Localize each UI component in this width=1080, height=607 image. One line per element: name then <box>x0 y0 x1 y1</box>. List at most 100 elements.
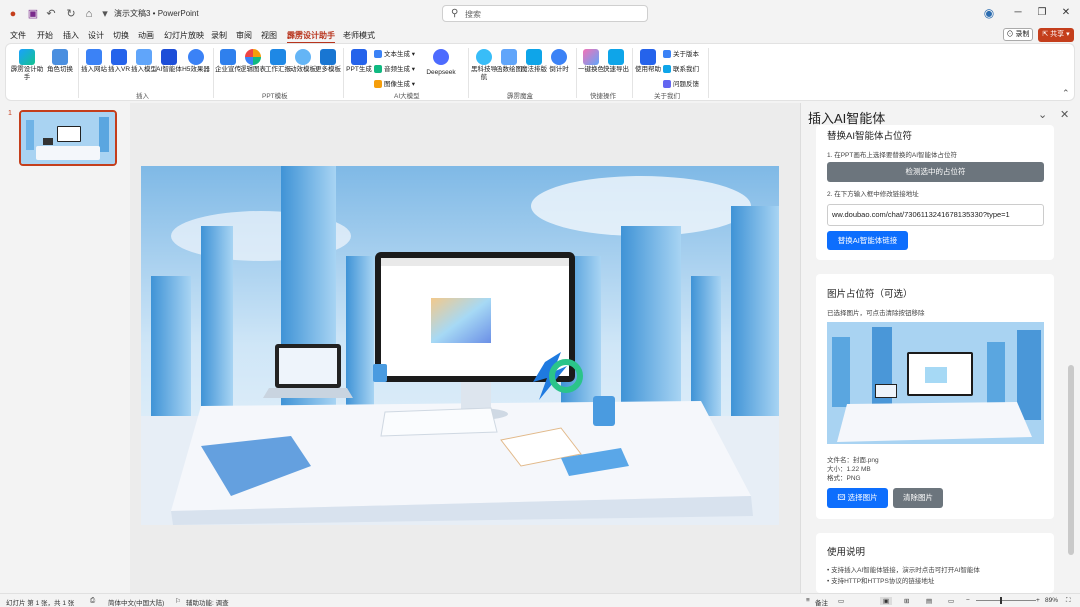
zoom-slider-thumb[interactable] <box>1000 597 1002 604</box>
reading-view-icon[interactable]: ▤ <box>926 597 932 605</box>
logic-chart-button[interactable]: 逻辑图表 <box>240 49 266 74</box>
slide-illustration <box>141 166 779 525</box>
tab-review[interactable]: 审阅 <box>236 30 252 41</box>
zoom-in-icon[interactable]: + <box>1036 597 1040 604</box>
usage-title: 使用说明 <box>827 547 866 558</box>
tech-nav-button[interactable]: 黑科技导航 <box>471 49 497 82</box>
share-button[interactable]: ⇱ 共享 ▾ <box>1038 28 1074 42</box>
pane-close-icon[interactable]: ✕ <box>1060 108 1069 121</box>
motion-icon <box>295 49 311 65</box>
work-report-button[interactable]: 工作汇报 <box>265 49 291 74</box>
account-avatar-icon[interactable]: ◉ <box>982 6 996 20</box>
lightning-icon <box>19 49 35 65</box>
accessibility-status[interactable]: 辅助功能: 调查 <box>186 597 229 607</box>
slide-thumbnail[interactable] <box>19 110 117 166</box>
deepseek-button[interactable]: Deepseek <box>424 49 458 77</box>
redo-icon[interactable]: ↻ <box>64 7 78 21</box>
comments-icon[interactable]: ▭ <box>838 597 844 605</box>
slideshow-icon[interactable]: ▭ <box>948 597 954 605</box>
tab-record[interactable]: 录制 <box>211 30 227 41</box>
group-divider <box>343 48 344 98</box>
pane-scrollbar[interactable] <box>1068 365 1074 555</box>
record-button[interactable]: ⊙ 录制 <box>1003 28 1033 41</box>
group-divider <box>708 48 709 98</box>
image-section-title: 图片占位符（可选） <box>827 289 913 300</box>
quick-export-button[interactable]: 快速导出 <box>603 49 629 74</box>
replace-placeholder-card: 替换AI智能体占位符 1. 在PPT画布上选择要替换的AI智能体占位符 检测选中… <box>816 125 1054 260</box>
image-preview <box>827 322 1044 444</box>
tab-animations[interactable]: 动画 <box>138 30 154 41</box>
image-generate-button[interactable]: 图像生成 ▾ <box>374 78 415 89</box>
language-status[interactable]: 简体中文(中国大陆) <box>108 597 164 607</box>
thumbnail-image <box>21 112 115 164</box>
powerpoint-logo-icon: ● <box>9 8 17 20</box>
pane-options-icon[interactable]: ⌄ <box>1038 108 1047 121</box>
search-input[interactable]: ⚲ 搜索 <box>442 5 648 22</box>
slide-sorter-icon[interactable]: ⊞ <box>904 597 909 605</box>
clear-image-button[interactable]: 清除图片 <box>893 488 943 508</box>
undo-icon[interactable]: ↶ <box>44 7 58 21</box>
tab-file[interactable]: 文件 <box>10 30 26 41</box>
tab-teacher-mode[interactable]: 老师模式 <box>343 30 375 41</box>
color-change-button[interactable]: 一键换色 <box>578 49 604 74</box>
ai-agent-button[interactable]: AI智能体 <box>156 49 182 74</box>
about-version-button[interactable]: 关于版本 <box>663 48 699 59</box>
restore-icon[interactable]: ❐ <box>1034 6 1050 20</box>
tab-view[interactable]: 视图 <box>261 30 277 41</box>
motion-template-button[interactable]: 动效模板 <box>290 49 316 74</box>
zoom-slider[interactable] <box>976 597 1036 604</box>
audio-generate-button[interactable]: 音频生成 ▾ <box>374 63 415 74</box>
replace-link-button[interactable]: 替换AI智能体链接 <box>827 231 908 250</box>
spellcheck-icon[interactable]: ⎙ <box>90 597 95 605</box>
select-image-button[interactable]: 🖾 选择图片 <box>827 488 888 508</box>
detect-placeholder-button[interactable]: 检测选中的占位符 <box>827 162 1044 182</box>
normal-view-icon[interactable]: ▣ <box>880 597 893 605</box>
ppt-generate-button[interactable]: PPT生成 <box>346 49 372 74</box>
slide-thumbnail-panel <box>0 103 130 593</box>
close-icon[interactable]: ✕ <box>1058 6 1074 20</box>
tab-transitions[interactable]: 切换 <box>113 30 129 41</box>
insert-model-button[interactable]: 插入模型 <box>131 49 157 74</box>
slide-number: 1 <box>8 110 12 117</box>
collapse-ribbon-icon[interactable]: ⌃ <box>1062 88 1070 99</box>
magic-layout-button[interactable]: 魔法排版 <box>521 49 547 74</box>
h5-effect-button[interactable]: H5效果器 <box>181 49 211 74</box>
contact-us-button[interactable]: 联系我们 <box>663 63 699 74</box>
group-divider <box>468 48 469 98</box>
group-label-insert: 插入 <box>136 93 149 100</box>
present-icon[interactable]: ⌂ <box>82 7 96 21</box>
save-icon[interactable]: ▣ <box>26 7 40 21</box>
ppt-generate-icon <box>351 49 367 65</box>
model-icon <box>136 49 152 65</box>
countdown-button[interactable]: 倒计时 <box>546 49 572 74</box>
corporate-icon <box>220 49 236 65</box>
insert-vr-button[interactable]: 插入VR <box>106 49 132 74</box>
agent-url-field[interactable]: ww.doubao.com/chat/7306113241678135330?t… <box>827 204 1044 226</box>
document-title: 演示文稿3 • PowerPoint <box>114 9 199 18</box>
feedback-button[interactable]: 问题反馈 <box>663 78 699 89</box>
tab-slideshow[interactable]: 幻灯片放映 <box>164 30 204 41</box>
zoom-out-icon[interactable]: − <box>966 597 970 604</box>
pili-assistant-button[interactable]: 霹雳设计助手 <box>10 49 44 82</box>
role-switch-button[interactable]: 角色切换 <box>47 49 73 74</box>
export-icon <box>608 49 624 65</box>
more-templates-button[interactable]: 更多模板 <box>315 49 341 74</box>
help-button[interactable]: 使用帮助 <box>635 49 661 74</box>
deepseek-icon <box>433 49 449 65</box>
tab-home[interactable]: 开始 <box>37 30 53 41</box>
group-label-magic-box: 霹雳魔盒 <box>507 93 533 100</box>
corporate-template-button[interactable]: 企业宣传 <box>215 49 241 74</box>
insert-website-button[interactable]: 插入网站 <box>81 49 107 74</box>
notes-button[interactable]: 备注 <box>815 597 828 607</box>
tab-pili-design[interactable]: 霹雳设计助手 <box>287 30 335 44</box>
tab-insert[interactable]: 插入 <box>63 30 79 41</box>
zoom-level[interactable]: 89% <box>1045 597 1058 604</box>
palette-icon <box>583 49 599 65</box>
tab-design[interactable]: 设计 <box>88 30 104 41</box>
text-generate-button[interactable]: 文本生成 ▾ <box>374 48 415 59</box>
function-plot-button[interactable]: 函数绘图 <box>496 49 522 74</box>
fit-slide-icon[interactable]: ⛶ <box>1066 597 1071 605</box>
minimize-icon[interactable]: ─ <box>1010 6 1026 20</box>
slide-canvas[interactable] <box>141 166 779 525</box>
customize-toolbar-icon[interactable]: ▾ <box>98 7 112 21</box>
